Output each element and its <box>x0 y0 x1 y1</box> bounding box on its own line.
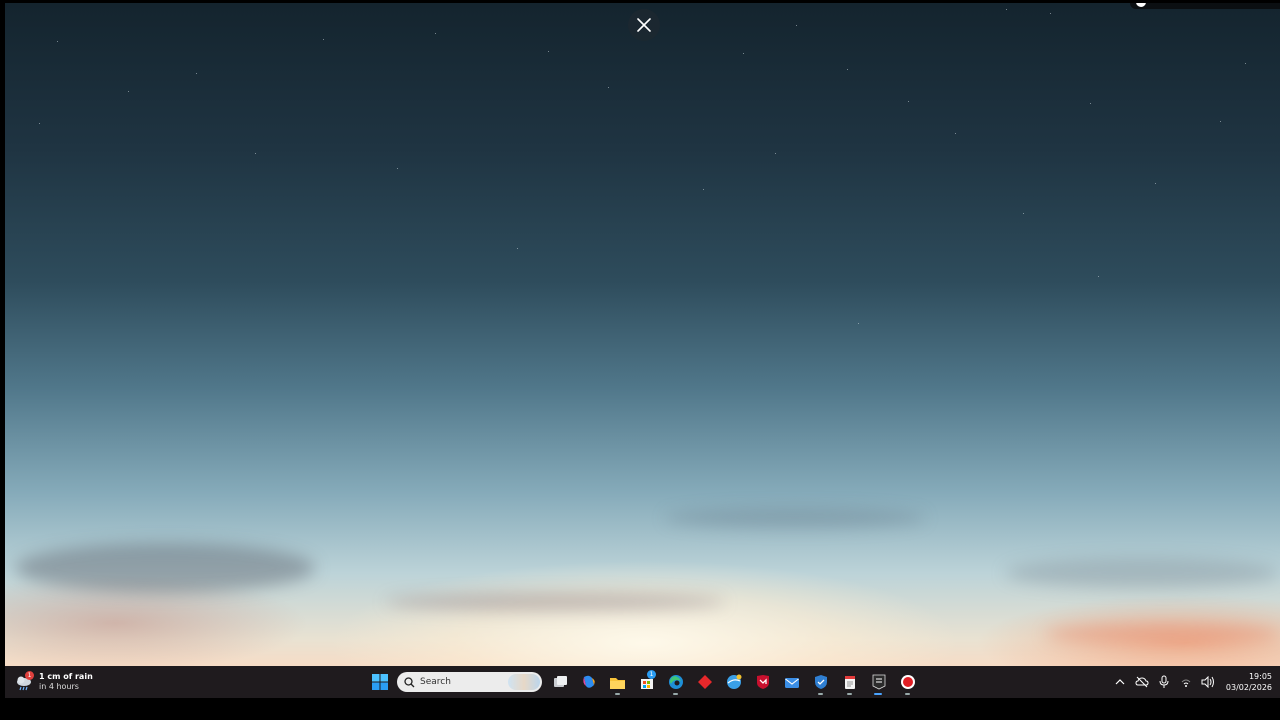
task-view-button[interactable] <box>548 669 571 695</box>
chevron-up-icon <box>1115 679 1125 685</box>
security-button[interactable] <box>809 669 832 695</box>
search-box[interactable]: Search <box>397 672 542 692</box>
mcafee-button[interactable] <box>751 669 774 695</box>
app-blue-globe-button[interactable] <box>722 669 745 695</box>
search-placeholder: Search <box>420 677 451 687</box>
notepad-icon <box>844 676 855 689</box>
edge-button[interactable] <box>664 669 687 695</box>
weather-headline: 1 cm of rain <box>39 672 93 681</box>
start-button[interactable] <box>368 669 391 695</box>
file-explorer-button[interactable] <box>606 669 629 695</box>
edge-icon <box>668 675 683 689</box>
desktop: 1 1 cm of rain in 4 hours Search 1 19:05… <box>5 3 1280 698</box>
record-button[interactable] <box>896 669 919 695</box>
wallpaper-sky <box>5 3 1280 666</box>
epic-games-icon <box>872 674 885 690</box>
microphone-tray-button[interactable] <box>1154 672 1174 692</box>
weather-subline: in 4 hours <box>39 682 79 691</box>
windows-logo-icon <box>371 674 388 690</box>
taskbar: 1 1 cm of rain in 4 hours Search 1 19:05… <box>5 666 1280 698</box>
close-button[interactable] <box>628 9 660 41</box>
capture-toolbar[interactable] <box>1130 3 1280 9</box>
copilot-button[interactable] <box>577 669 600 695</box>
clock-date: 03/02/2026 <box>1225 683 1272 692</box>
epic-games-button[interactable] <box>867 669 890 695</box>
onedrive-tray-button[interactable] <box>1132 672 1152 692</box>
close-icon <box>637 18 651 32</box>
mail-icon <box>784 678 799 688</box>
record-icon <box>900 675 915 689</box>
rain-cloud-icon: 1 <box>13 670 37 694</box>
search-highlight-art <box>508 674 540 690</box>
clock-time: 19:05 <box>1248 672 1272 681</box>
volume-tray-button[interactable] <box>1198 672 1218 692</box>
wifi-icon <box>1181 679 1191 687</box>
notepad-button[interactable] <box>838 669 861 695</box>
mcafee-shield-icon <box>756 675 769 689</box>
volume-icon <box>1201 676 1214 688</box>
app-red-diamond-button[interactable] <box>693 669 716 695</box>
shield-icon <box>814 675 827 689</box>
clock[interactable]: 19:05 03/02/2026 <box>1220 671 1280 693</box>
copilot-icon <box>582 675 595 688</box>
system-tray: 19:05 03/02/2026 <box>1110 669 1280 695</box>
store-button[interactable]: 1 <box>635 669 658 695</box>
folder-icon <box>610 677 625 689</box>
letterbox-bar <box>0 698 1280 720</box>
globe-icon <box>726 674 741 689</box>
taskbar-center: Search 1 <box>368 669 919 695</box>
store-badge: 1 <box>647 670 656 679</box>
microphone-icon <box>1159 675 1169 688</box>
weather-badge: 1 <box>25 671 34 680</box>
weather-widget[interactable]: 1 1 cm of rain in 4 hours <box>13 669 93 695</box>
mail-button[interactable] <box>780 669 803 695</box>
network-tray-button[interactable] <box>1176 672 1196 692</box>
onedrive-off-icon <box>1135 676 1149 688</box>
search-icon <box>404 676 415 687</box>
red-diamond-icon <box>697 675 712 689</box>
show-hidden-icons-button[interactable] <box>1110 672 1130 692</box>
task-view-icon <box>553 676 567 687</box>
